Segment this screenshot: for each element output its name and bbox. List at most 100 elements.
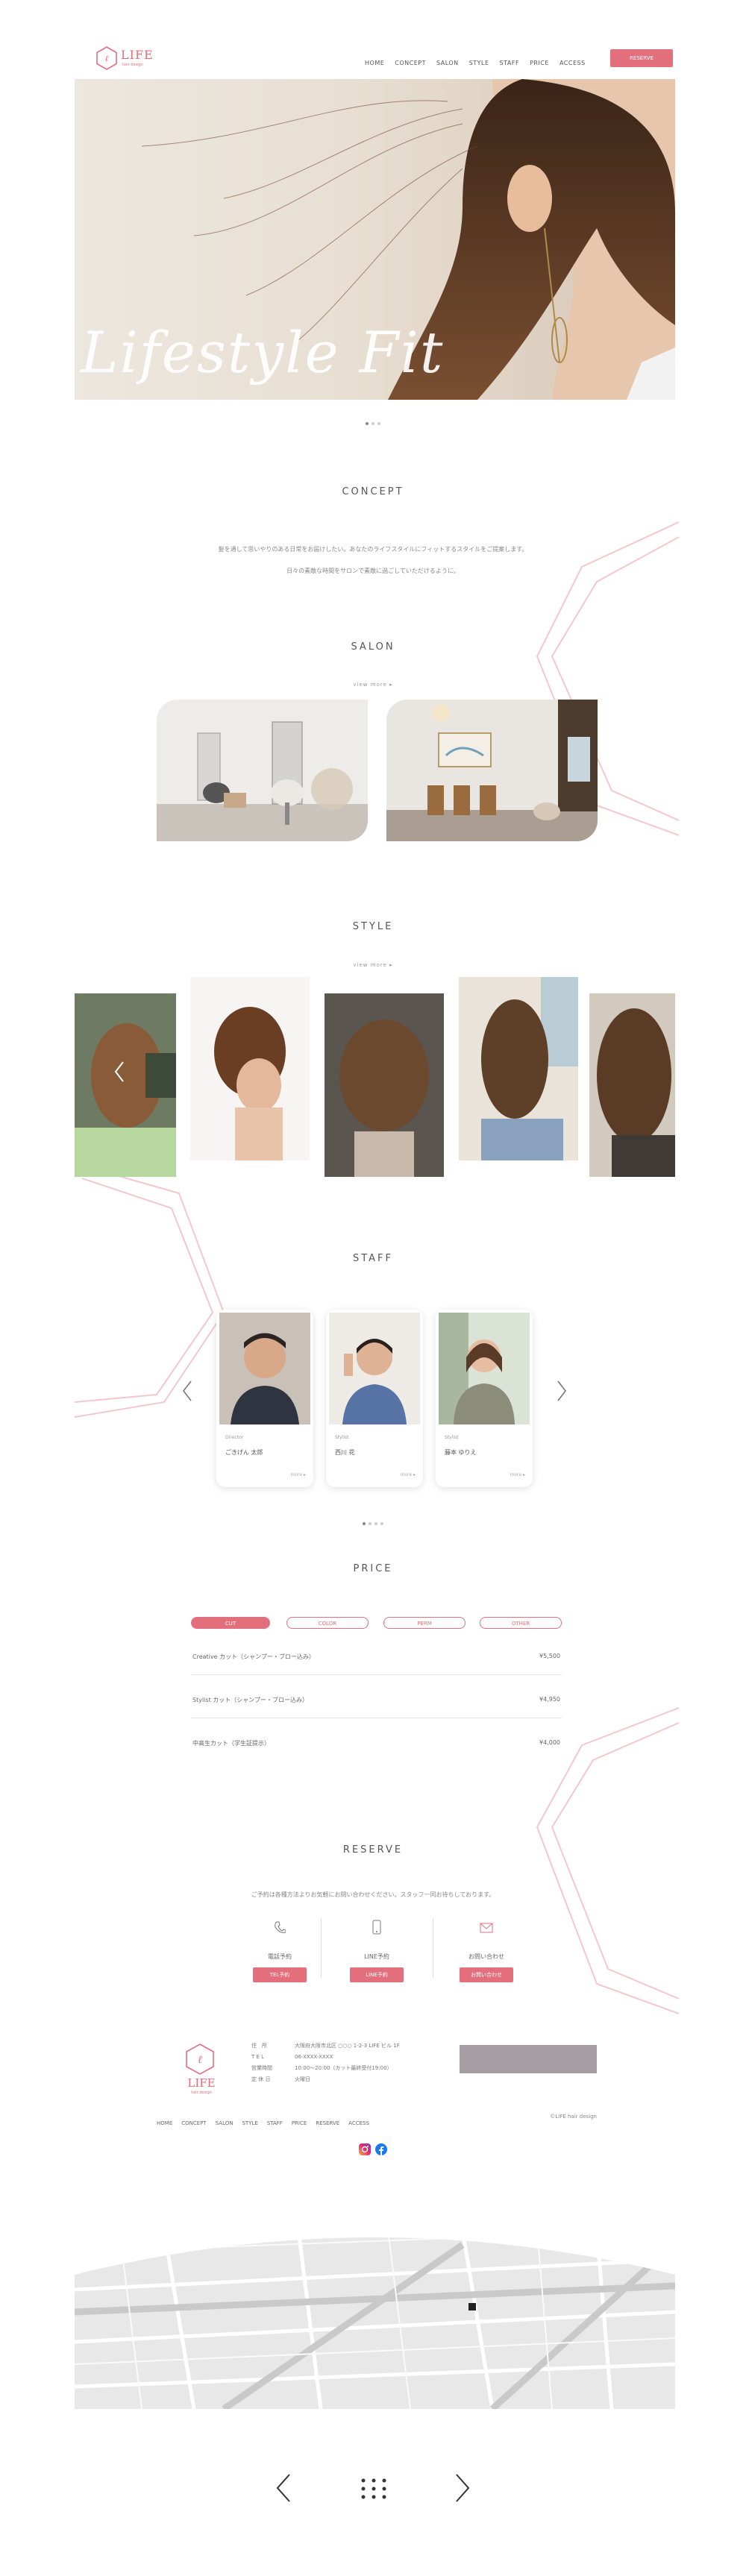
hero-pagination[interactable] [0, 414, 746, 428]
reserve-option-tel: 電話予約 TEL予約 [235, 1917, 325, 1991]
staff-name-2: 西川 花 [335, 1449, 355, 1456]
logo-hex-icon: ℓ [96, 46, 117, 70]
nav-home[interactable]: HOME [365, 60, 384, 66]
access-map[interactable] [75, 2230, 675, 2409]
line-reserve-button[interactable]: LINE予約 [350, 1967, 404, 1982]
nav-concept[interactable]: CONCEPT [395, 60, 426, 66]
style-thumb-4[interactable] [459, 977, 578, 1160]
facebook-link[interactable] [375, 2143, 387, 2155]
footer-nav-home[interactable]: HOME [157, 2120, 172, 2126]
hero-dot-1[interactable] [366, 422, 369, 425]
staff-more-label-2: more [400, 1472, 413, 1477]
footer-info-row: T E L 06-XXXX-XXXX [251, 2052, 453, 2063]
staff-more-1[interactable]: more ▸ [291, 1472, 306, 1477]
footer-logo-sub: hair design [191, 2090, 212, 2095]
footer-map-block[interactable] [460, 2045, 597, 2073]
price-tab-color[interactable]: COLOR [286, 1617, 369, 1629]
staff-more-2[interactable]: more ▸ [401, 1472, 416, 1477]
nav-staff[interactable]: STAFF [500, 60, 520, 66]
svg-text:ℓ: ℓ [198, 2054, 202, 2066]
mail-icon [480, 1923, 493, 1933]
tel-reserve-button[interactable]: TEL予約 [253, 1967, 307, 1982]
footer-nav: HOME CONCEPT SALON STYLE STAFF PRICE RESERVE AC… [157, 2114, 378, 2128]
footer-nav-reserve[interactable]: RESERVE [316, 2120, 339, 2126]
hero-image: Lifestyle Fit [75, 79, 675, 400]
price-tab-perm[interactable]: PERM [383, 1617, 466, 1629]
chevron-left-icon [114, 1061, 124, 1082]
facebook-icon [375, 2143, 387, 2155]
price-item-name-3: 中高生カット（学生証提示） [192, 1740, 270, 1747]
hero-dot-2[interactable] [372, 422, 374, 425]
logo[interactable]: ℓ LIFE hair design [95, 45, 170, 75]
hero-dot-3[interactable] [377, 422, 380, 425]
nav-price[interactable]: PRICE [530, 60, 549, 66]
staff-card-1[interactable]: Director ごきげん 太郎 more ▸ [216, 1310, 313, 1487]
staff-dot-2[interactable] [369, 1522, 372, 1525]
chevron-left-icon [276, 2474, 290, 2502]
phone-icon [275, 1921, 286, 1933]
style-thumb-5[interactable] [589, 993, 675, 1177]
footer-logo[interactable]: ℓ LIFE hair design [179, 2043, 224, 2096]
staff-prev-arrow[interactable] [181, 1380, 193, 1402]
contact-button[interactable]: お問い合わせ [460, 1967, 513, 1982]
nav-access[interactable]: ACCESS [560, 60, 586, 66]
staff-photo-1 [219, 1313, 310, 1424]
chevron-right-icon [557, 1380, 567, 1401]
mobile-icon [372, 1920, 381, 1935]
footer-nav-salon[interactable]: SALON [216, 2120, 233, 2126]
reserve-button[interactable]: RESERVE [610, 49, 673, 67]
staff-role-2: Stylist [335, 1435, 349, 1440]
reserve-label-line: LINE予約 [364, 1953, 389, 1960]
instagram-link[interactable] [359, 2143, 371, 2155]
footer-nav-concept[interactable]: CONCEPT [181, 2120, 206, 2126]
staff-name-1: ごきげん 太郎 [225, 1449, 263, 1456]
footer-info-row: 営業時間 10:00〜20:00（カット最終受付19:00） [251, 2063, 453, 2074]
reserve-label-contact: お問い合わせ [468, 1953, 504, 1960]
staff-photo-3 [439, 1313, 530, 1424]
reserve-title: RESERVE [342, 1844, 404, 1856]
info-value: 大阪府大阪市北区 ○○○ 1-2-3 LIFE ビル 1F [295, 2043, 400, 2049]
salon-view-more[interactable]: view more ▸ [0, 682, 746, 688]
nav-salon[interactable]: SALON [436, 60, 459, 66]
footer-nav-style[interactable]: STYLE [242, 2120, 257, 2126]
bottom-menu-grid[interactable] [360, 2478, 387, 2500]
staff-more-3[interactable]: more ▸ [510, 1472, 525, 1477]
staff-dot-1[interactable] [363, 1522, 366, 1525]
style-thumb-3[interactable] [325, 993, 444, 1177]
bottom-next-arrow[interactable] [454, 2473, 471, 2503]
style-thumb-1[interactable] [75, 993, 176, 1177]
footer-logo-text: LIFE [187, 2076, 216, 2090]
footer-nav-access[interactable]: ACCESS [348, 2120, 369, 2126]
footer-nav-staff[interactable]: STAFF [267, 2120, 283, 2126]
logo-sub: hair design [122, 63, 143, 67]
info-value: 10:00〜20:00（カット最終受付19:00） [295, 2065, 392, 2071]
style-view-more[interactable]: view more ▸ [0, 962, 746, 968]
info-value: 06-XXXX-XXXX [295, 2054, 333, 2060]
bottom-prev-arrow[interactable] [275, 2473, 292, 2503]
footer-info-row: 定 休 日 火曜日 [251, 2074, 453, 2085]
reserve-option-contact: お問い合わせ お問い合わせ [442, 1917, 531, 1991]
nav-style[interactable]: STYLE [469, 60, 489, 66]
staff-more-label-3: more [510, 1472, 522, 1477]
style-prev-arrow[interactable] [113, 1061, 125, 1083]
info-key: T E L [251, 2054, 265, 2060]
style-thumb-2[interactable] [190, 977, 310, 1160]
price-tab-other[interactable]: OTHER [480, 1617, 562, 1629]
footer-nav-price[interactable]: PRICE [292, 2120, 307, 2126]
price-tab-cut[interactable]: CUT [191, 1617, 270, 1629]
reserve-intro: ご予約は各種方法よりお気軽にお問い合わせください。スタッフ一同お待ちしております… [251, 1891, 495, 1898]
staff-dot-4[interactable] [380, 1522, 383, 1525]
logo-text: LIFE [121, 48, 154, 62]
salon-photo-1[interactable] [157, 700, 368, 841]
staff-next-arrow[interactable] [556, 1380, 568, 1402]
salon-photo-2[interactable] [386, 700, 598, 841]
staff-photo-2 [329, 1313, 420, 1424]
staff-card-2[interactable]: Stylist 西川 花 more ▸ [326, 1310, 423, 1487]
concept-line-1: 髪を通して思いやりのある日常をお届けしたい。あなたのライフスタイルにフィットする… [218, 546, 528, 553]
staff-name-3: 藤本 ゆりえ [445, 1449, 477, 1456]
price-row-1: Creative カット（シャンプー・ブロー込み） ¥5,500 [191, 1645, 562, 1675]
staff-dot-3[interactable] [374, 1522, 377, 1525]
staff-pagination[interactable] [0, 1514, 746, 1528]
svg-text:ℓ: ℓ [105, 54, 109, 63]
staff-card-3[interactable]: Stylist 藤本 ゆりえ more ▸ [436, 1310, 533, 1487]
